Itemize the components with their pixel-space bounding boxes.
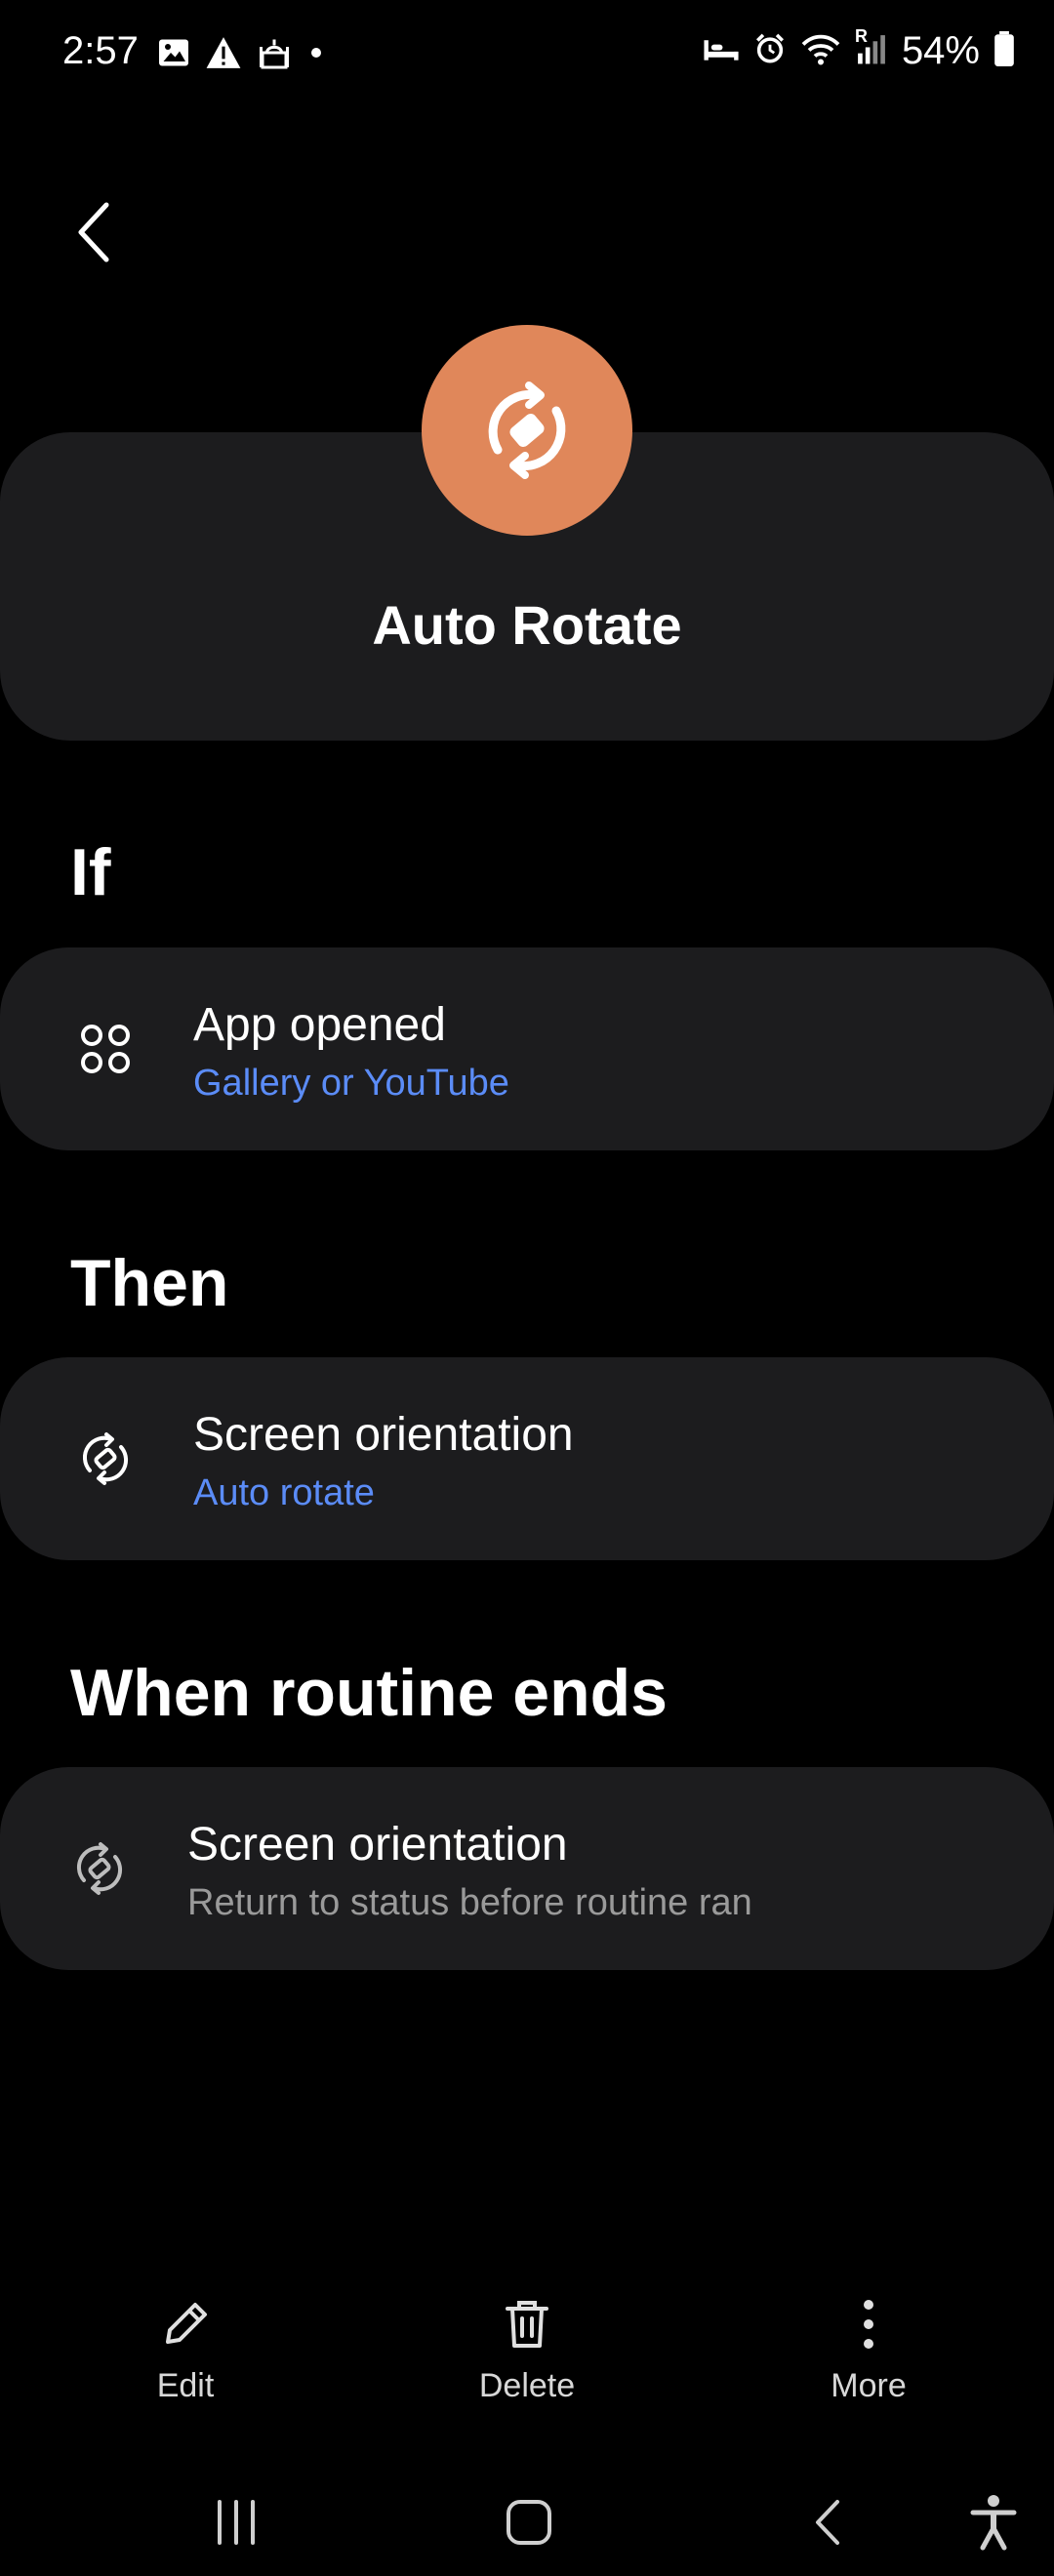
- navigation-bar: [0, 2459, 1054, 2576]
- edit-label: Edit: [156, 2367, 215, 2404]
- row-title: App opened: [193, 999, 446, 1051]
- if-heading: If: [70, 835, 111, 909]
- row-subtitle: Gallery or YouTube: [193, 1063, 509, 1104]
- warning-icon: [205, 35, 242, 75]
- row-subtitle: Return to status before routine ran: [187, 1882, 752, 1923]
- then-action-row[interactable]: Screen orientation Auto rotate: [0, 1357, 1054, 1560]
- accessibility-icon: [970, 2495, 1017, 2551]
- home-button[interactable]: [490, 2488, 568, 2556]
- delete-button[interactable]: Delete: [429, 2293, 625, 2410]
- if-condition-row[interactable]: App opened Gallery or YouTube: [0, 947, 1054, 1150]
- back-icon: [816, 2500, 839, 2545]
- notification-icons: [156, 35, 326, 75]
- routine-title: Auto Rotate: [372, 594, 682, 656]
- gallery-notification-icon: [156, 35, 191, 75]
- edit-button[interactable]: Edit: [88, 2293, 283, 2410]
- sleep-mode-icon: [703, 33, 740, 69]
- chevron-left-icon: [78, 202, 109, 262]
- home-icon: [507, 2500, 551, 2545]
- status-time: 2:57: [62, 29, 139, 72]
- trash-icon: [496, 2293, 558, 2355]
- apps-icon: [70, 1014, 141, 1084]
- wifi-icon: [800, 32, 841, 70]
- more-vertical-icon: [837, 2293, 900, 2355]
- signal-icon: R: [855, 26, 888, 70]
- system-status-icons: R 54%: [703, 26, 1015, 73]
- routine-ends-action-row[interactable]: Screen orientation Return to status befo…: [0, 1767, 1054, 1970]
- back-button[interactable]: [59, 193, 127, 271]
- routine-icon[interactable]: [422, 325, 632, 536]
- battery-percent: 54%: [901, 29, 980, 72]
- nav-back-button[interactable]: [789, 2488, 867, 2556]
- battery-icon: [993, 31, 1015, 71]
- recent-apps-icon: [218, 2500, 255, 2545]
- alarm-icon: [753, 32, 787, 70]
- rotate-icon: [64, 1833, 135, 1904]
- routine-ends-heading: When routine ends: [70, 1656, 668, 1730]
- pencil-icon: [154, 2293, 217, 2355]
- mosque-icon: [256, 35, 293, 75]
- row-subtitle: Auto rotate: [193, 1472, 375, 1513]
- more-button[interactable]: More: [771, 2293, 966, 2410]
- more-label: More: [831, 2367, 907, 2404]
- row-title: Screen orientation: [193, 1409, 574, 1461]
- then-heading: Then: [70, 1246, 229, 1320]
- accessibility-button[interactable]: [954, 2488, 1033, 2556]
- row-title: Screen orientation: [187, 1819, 568, 1871]
- delete-label: Delete: [478, 2367, 576, 2404]
- rotate-icon: [70, 1424, 141, 1494]
- roaming-label: R: [854, 26, 868, 46]
- status-bar: 2:57 R 54%: [0, 0, 1054, 107]
- rotate-icon: [488, 382, 566, 479]
- more-notifications-dot-icon: [306, 43, 326, 67]
- recent-apps-button[interactable]: [197, 2488, 275, 2556]
